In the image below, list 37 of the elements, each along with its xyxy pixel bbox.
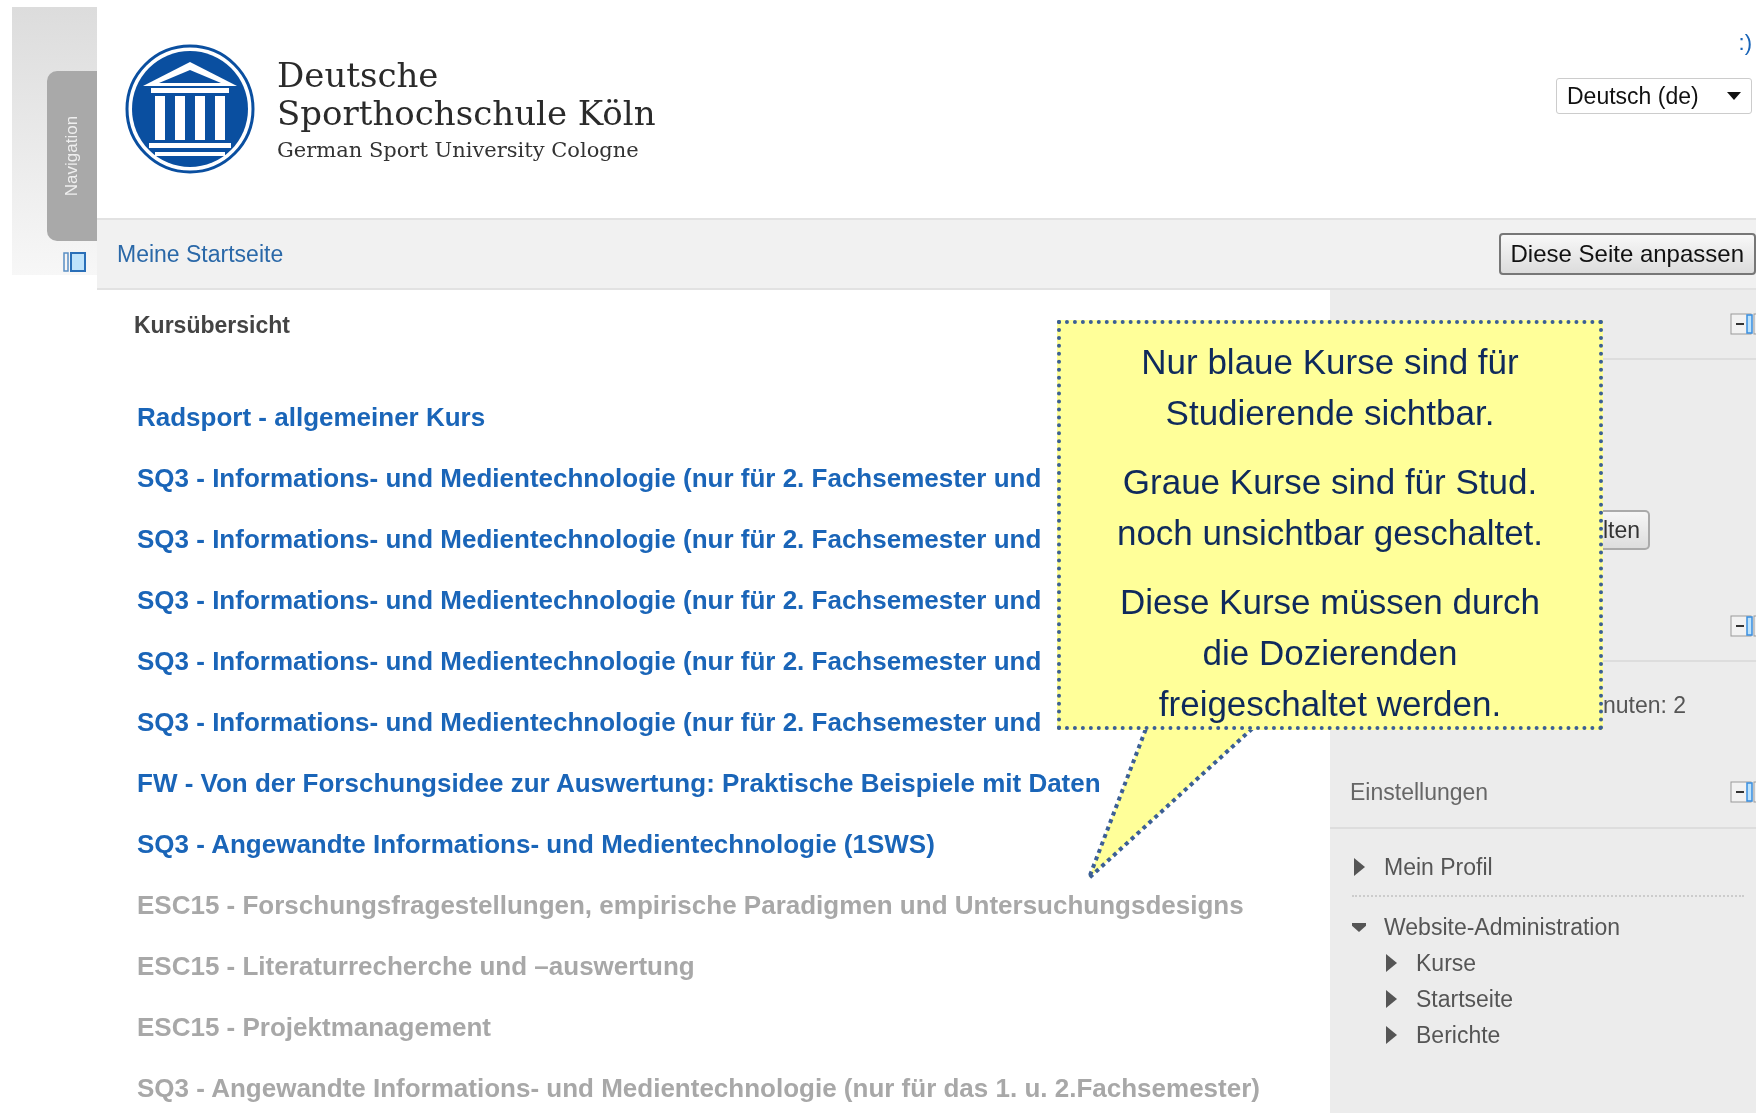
language-select[interactable]: Deutsch (de) — [1556, 78, 1752, 114]
triangle-right-icon[interactable] — [1384, 990, 1398, 1008]
triangle-right-icon[interactable] — [1384, 1026, 1398, 1044]
tree-item[interactable]: Website-Administration — [1384, 913, 1621, 941]
block-button[interactable]: lten — [1603, 510, 1651, 550]
logo-title: Deutsche — [277, 56, 440, 94]
collapse-icon[interactable] — [1730, 781, 1756, 803]
callout-text: Diese Kurse müssen durch die Dozierenden freigeschaltet werden. — [1119, 581, 1541, 725]
tree-item[interactable]: Startseite — [1416, 985, 1514, 1013]
collapse-icon[interactable] — [1730, 615, 1756, 637]
course-link[interactable]: SQ3 - Informations- und Medientechnologie (nur für 2. Fachsemester und — [137, 707, 1042, 737]
block-title: Einstellungen — [1349, 778, 1489, 806]
triangle-right-icon[interactable] — [1384, 954, 1398, 972]
dock-icon[interactable] — [63, 251, 87, 273]
collapse-icon[interactable] — [1730, 313, 1756, 335]
course-link[interactable]: FW - Von der Forschungsidee zur Auswertung: Praktische Beispiele mit Daten — [137, 768, 1101, 798]
course-link[interactable]: SQ3 - Angewandte Informations- und Medientechnologie (1SWS) — [137, 829, 935, 859]
course-link[interactable]: SQ3 - Informations- und Medientechnologie (nur für 2. Fachsemester und — [137, 646, 1042, 676]
online-users-text: nuten: 2 — [1603, 692, 1688, 720]
breadcrumb-link[interactable]: Meine Startseite — [117, 240, 284, 268]
logo-subtitle: German Sport University Cologne — [277, 138, 640, 162]
university-logo-icon — [125, 44, 255, 174]
tree-item[interactable]: Berichte — [1416, 1021, 1501, 1049]
logo-title: Sporthochschule Köln — [277, 94, 656, 132]
tree-item[interactable]: Mein Profil — [1384, 853, 1493, 881]
course-link[interactable]: SQ3 - Informations- und Medientechnologie (nur für 2. Fachsemester und — [137, 463, 1042, 493]
triangle-right-icon[interactable] — [1352, 858, 1366, 876]
section-title: Kursübersicht — [134, 312, 290, 338]
callout-text: Nur blaue Kurse sind für Studierende sichtbar. — [1141, 341, 1519, 434]
course-link[interactable]: SQ3 - Informations- und Medientechnologie (nur für 2. Fachsemester und — [137, 585, 1042, 615]
customize-page-button[interactable]: Diese Seite anpassen — [1498, 233, 1756, 275]
caret-icon — [1727, 92, 1741, 100]
course-link[interactable]: SQ3 - Informations- und Medientechnologie (nur für 2. Fachsemester und — [137, 524, 1042, 554]
link-fragment[interactable]: :) — [1738, 30, 1752, 56]
tree-item[interactable]: Kurse — [1416, 949, 1477, 977]
course-link[interactable]: Radsport - allgemeiner Kurs — [137, 402, 486, 432]
callout-text: Graue Kurse sind für Stud. noch unsichtbar geschaltet. — [1116, 461, 1544, 554]
